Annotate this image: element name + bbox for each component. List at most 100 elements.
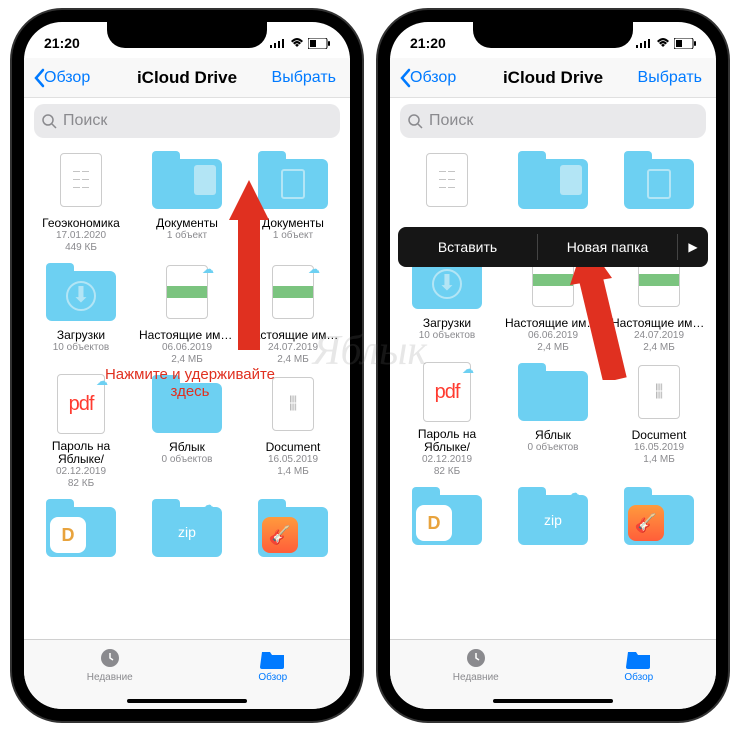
item-meta: 16.05.2019 — [634, 442, 684, 454]
folder-item[interactable]: Документы 1 объект — [136, 148, 238, 254]
tab-recent[interactable]: Недавние — [87, 646, 133, 683]
tab-label: Обзор — [258, 672, 287, 683]
item-meta: 449 КБ — [65, 242, 97, 254]
cloud-download-icon: ☁ — [462, 362, 474, 376]
phone-left: 21:20 Обзор iCloud Drive Выбрать Поиск — [12, 10, 362, 721]
status-icons — [636, 38, 696, 49]
battery-icon — [308, 38, 330, 49]
search-placeholder: Поиск — [63, 112, 107, 130]
annotation-arrow-icon — [224, 180, 274, 350]
screen: 21:20 Обзор iCloud Drive Выбрать Поиск — [24, 22, 350, 709]
item-meta: 02.12.2019 — [422, 454, 472, 466]
item-name: Document — [611, 428, 707, 442]
cloud-download-icon: ☁ — [202, 498, 214, 512]
folder-item[interactable]: 🎸 — [242, 496, 344, 560]
item-name: Настоящие имена...и Appl — [139, 328, 235, 342]
search-icon — [42, 114, 57, 129]
file-grid: — —— —— — . 449 КБ . . Загрузки 10 объек… — [390, 140, 716, 556]
folder-icon — [152, 159, 222, 209]
item-meta: 24.07.2019 — [634, 330, 684, 342]
search-input[interactable]: Поиск — [34, 104, 340, 138]
notch — [107, 22, 267, 48]
home-indicator[interactable] — [493, 699, 613, 703]
clock-icon — [464, 646, 488, 670]
item-meta: 16.05.2019 — [268, 454, 318, 466]
item-meta: 2,4 МБ — [277, 354, 309, 366]
file-grid-scroll[interactable]: — —— —— — Геоэкономика 17.01.2020 449 КБ… — [24, 140, 350, 639]
folder-item[interactable]: D — [30, 496, 132, 560]
item-meta: 06.06.2019 — [162, 342, 212, 354]
back-label: Обзор — [44, 69, 90, 87]
back-button[interactable]: Обзор — [32, 68, 90, 88]
folder-icon: zip — [518, 495, 588, 545]
folder-tab-icon — [260, 646, 286, 670]
home-indicator[interactable] — [127, 699, 247, 703]
folder-icon: zip — [152, 507, 222, 557]
item-meta: 1,4 МБ — [277, 466, 309, 478]
tab-browse[interactable]: Обзор — [624, 646, 653, 683]
cloud-download-icon: ☁ — [568, 486, 580, 500]
context-menu-new-folder[interactable]: Новая папка — [538, 239, 677, 255]
context-menu-paste[interactable]: Вставить — [398, 239, 537, 255]
folder-item[interactable]: zip☁ — [502, 484, 604, 548]
tab-label: Недавние — [87, 672, 133, 683]
folder-icon: 🎸 — [258, 507, 328, 557]
battery-icon — [674, 38, 696, 49]
item-meta: 0 объектов — [162, 454, 213, 466]
item-meta: 02.12.2019 — [56, 466, 106, 478]
clock-icon — [98, 646, 122, 670]
signal-icon — [270, 38, 286, 48]
tab-label: Обзор — [624, 672, 653, 683]
file-item[interactable]: ☁ Настоящие имена...и Appl 06.06.2019 2,… — [136, 260, 238, 366]
item-name: Геоэкономика — [33, 216, 129, 230]
item-meta: 1 объект — [273, 230, 313, 242]
context-menu-more[interactable]: ▶ — [678, 240, 708, 254]
tab-browse[interactable]: Обзор — [258, 646, 287, 683]
select-button[interactable]: Выбрать — [638, 69, 708, 87]
item-meta: 2,4 МБ — [537, 342, 569, 354]
page-title: iCloud Drive — [137, 68, 237, 88]
item-meta: 24.07.2019 — [268, 342, 318, 354]
folder-item[interactable]: 🎸 — [608, 484, 710, 548]
back-button[interactable]: Обзор — [398, 68, 456, 88]
cloud-download-icon: ☁ — [202, 262, 214, 276]
search-input[interactable]: Поиск — [400, 104, 706, 138]
folder-tab-icon — [626, 646, 652, 670]
folder-item[interactable]: D — [396, 484, 498, 548]
comparison-stage: 21:20 Обзор iCloud Drive Выбрать Поиск — [0, 0, 740, 731]
annotation-text: Нажмите и удерживайте здесь — [90, 366, 290, 400]
item-meta: 2,4 МБ — [171, 354, 203, 366]
nav-bar: Обзор iCloud Drive Выбрать — [24, 58, 350, 98]
back-label: Обзор — [410, 69, 456, 87]
item-meta: 1,4 МБ — [643, 454, 675, 466]
item-meta: 10 объектов — [419, 330, 476, 342]
item-name: Яблык — [139, 440, 235, 454]
item-meta: 10 объектов — [53, 342, 110, 354]
tab-label: Недавние — [453, 672, 499, 683]
search-icon — [408, 114, 423, 129]
folder-icon — [624, 159, 694, 209]
item-name: Загрузки — [399, 316, 495, 330]
item-name: Пароль на Яблыке/ — [399, 428, 495, 454]
item-meta: 0 объектов — [528, 442, 579, 454]
folder-icon: D — [46, 507, 116, 557]
signal-icon — [636, 38, 652, 48]
status-time: 21:20 — [410, 35, 446, 51]
folder-item[interactable]: zip☁ — [136, 496, 238, 560]
wifi-icon — [656, 38, 670, 48]
item-name: Яблык — [505, 428, 601, 442]
tab-recent[interactable]: Недавние — [453, 646, 499, 683]
file-item[interactable]: pdf☁ Пароль на Яблыке/ 02.12.2019 82 КБ — [396, 360, 498, 478]
status-icons — [270, 38, 330, 49]
item-name: Загрузки — [33, 328, 129, 342]
file-item[interactable]: — —— —— — Геоэкономика 17.01.2020 449 КБ — [30, 148, 132, 254]
folder-item[interactable]: Загрузки 10 объектов — [30, 260, 132, 366]
select-button[interactable]: Выбрать — [272, 69, 342, 87]
document-icon: |||||||| — [638, 365, 680, 419]
item-meta: 82 КБ — [68, 478, 94, 490]
page-title: iCloud Drive — [503, 68, 603, 88]
folder-icon — [518, 159, 588, 209]
folder-icon: D — [412, 495, 482, 545]
folder-downloads-icon — [46, 271, 116, 321]
file-grid-scroll[interactable]: — —— —— — . 449 КБ . . Загрузки 10 объек… — [390, 140, 716, 639]
